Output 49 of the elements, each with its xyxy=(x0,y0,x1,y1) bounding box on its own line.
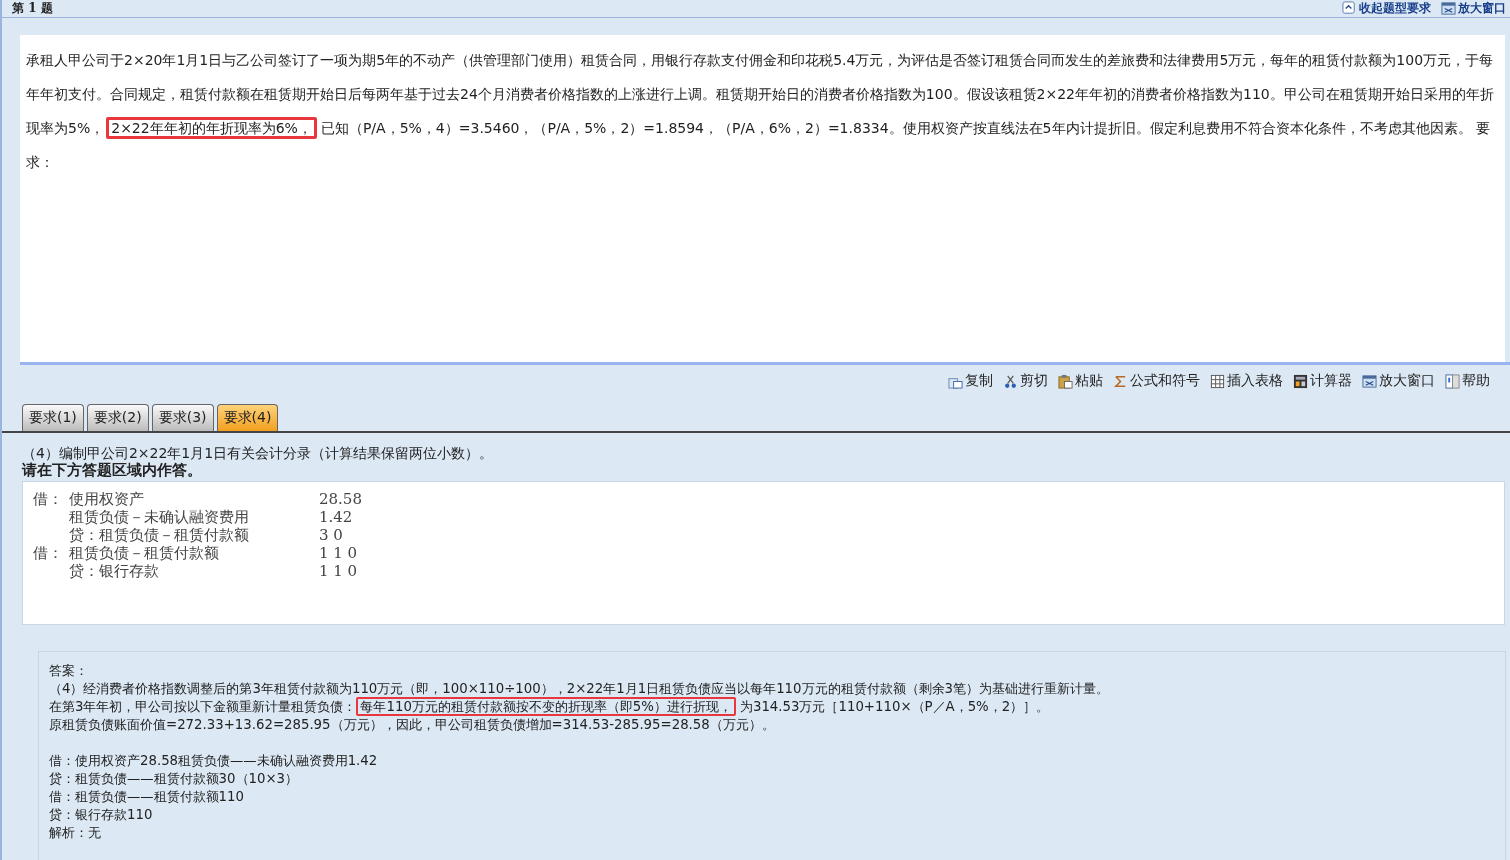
header-link[interactable]: 收起题型要求 xyxy=(1359,0,1431,17)
entry-amount: 28.58 xyxy=(319,490,362,509)
toolbar-button[interactable]: 复制 xyxy=(965,372,993,391)
entry-prefix: 借： xyxy=(33,490,64,509)
entry-account: 租赁负债－租赁付款额 xyxy=(69,544,220,563)
toolbar-button[interactable]: 放大窗口 xyxy=(1379,372,1435,391)
clipboard-icon xyxy=(1058,373,1073,389)
solution-line: 答案： xyxy=(49,662,89,680)
entry-account: 使用权资产 xyxy=(69,490,144,509)
tab[interactable]: 要求(1) xyxy=(22,404,84,432)
solution-line: 贷：租赁负债——租赁付款额30（10×3） xyxy=(49,770,300,788)
solution-line: 解析：无 xyxy=(49,824,102,842)
entry-amount: 3 0 xyxy=(319,526,343,545)
entry-amount: 1 1 0 xyxy=(319,562,358,581)
solution-line: 借：使用权资产28.58租赁负债——未确认融资费用1.42 xyxy=(49,752,379,770)
toolbar-button[interactable]: 帮助 xyxy=(1462,372,1490,391)
entry-account: 租赁负债－未确认融资费用 xyxy=(69,508,250,527)
solution-line: 原租赁负债账面价值=272.33+13.62=285.95（万元），因此，甲公司租赁负债增加=314.53-285.95=28.58（万元）。 xyxy=(49,716,776,734)
solution-line: 借：租赁负债——租赁付款额110 xyxy=(49,788,245,806)
solution-line: 贷：银行存款110 xyxy=(49,806,154,824)
question-text: 承租人甲公司于2×20年1月1日与乙公司签订了一项为期5年的不动产（供管理部门使用）租赁合同，用银行存款支付佣金和印花税5.4万元，为评估是否签订租赁合同而发生的差旅费和法律费用5万元，每年的租赁付款额为100万元，于每年年初支付。合同规定，租赁付款额在租赁期开始日后每两年基于过去24个月消费者价格指数的上涨进行上调。租赁期开始日的消费者价格指数为100。假设该租赁2×22年年初的消费者价格指数为110。甲公司在租赁期开始日采用的年折现率为5%， 2×22年年初的年折现率为6%， 已知（P/A，5%，4）=3.5460，（P/A，5%，2）=1.8594，（P/A，6%，2）=1.8334。使用权资产按直线法在5年内计提折旧。假定利息费用不符合资本化条件，不考虑其他因素。 要求： xyxy=(26,51,1495,172)
scissors-icon xyxy=(1003,373,1018,389)
toolbar-button[interactable]: 剪切 xyxy=(1020,372,1048,391)
window-icon xyxy=(1441,1,1456,16)
toolbar-button[interactable]: 公式和符号 xyxy=(1130,372,1200,391)
calculator-icon xyxy=(1293,373,1308,389)
window-icon xyxy=(1362,373,1377,389)
entry-amount: 1 1 0 xyxy=(319,544,358,563)
tab[interactable]: 要求(2) xyxy=(86,404,149,432)
entry-account: 贷：银行存款 xyxy=(69,562,160,581)
solution-line: 在第3年年初，甲公司按以下金额重新计量租赁负债： 每年110万元的租赁付款额按不变的折现率（即5%）进行折现， 为314.53万元［110+110×（P／A，5%，2）］。 xyxy=(49,698,1051,716)
sigma-icon xyxy=(1113,373,1128,389)
requirement-text: （4）编制甲公司2×22年1月1日有关会计分录（计算结果保留两位小数）。 xyxy=(21,444,495,462)
question-number: 第 1 题 xyxy=(12,0,53,17)
tab[interactable]: 要求(3) xyxy=(151,404,214,432)
entry-amount: 1.42 xyxy=(319,508,353,527)
toolbar-button[interactable]: 粘贴 xyxy=(1075,372,1103,391)
entry-prefix: 借： xyxy=(33,544,64,563)
toolbar-button[interactable]: 插入表格 xyxy=(1227,372,1283,391)
table-icon xyxy=(1210,373,1225,389)
solution-line: （4）经消费者价格指数调整后的第3年租赁付款额为110万元（即，100×110÷100），2×22年1月1日租赁负债应当以每年110万元的租赁付款额（剩余3笔）为基础进行重新计量。 xyxy=(49,680,1110,698)
instruction-text: 请在下方答题区域内作答。 xyxy=(20,462,203,480)
collapse-icon xyxy=(1342,1,1357,16)
tab[interactable]: 要求(4) xyxy=(216,404,279,432)
toolbar-button[interactable]: 计算器 xyxy=(1310,372,1352,391)
book-icon xyxy=(1445,373,1460,389)
entry-account: 贷：租赁负债－租赁付款额 xyxy=(69,526,250,545)
answer-field[interactable]: 借： 使用权资产 28.58 租赁负债－未确认融资费用 1.42 贷：租赁负债－租赁付款额 3 0 借： 租赁负债－租赁付款额 1 1 0 贷：银行存款 1 1 0 xyxy=(22,481,1505,625)
header-link[interactable]: 放大窗口 xyxy=(1458,0,1506,17)
